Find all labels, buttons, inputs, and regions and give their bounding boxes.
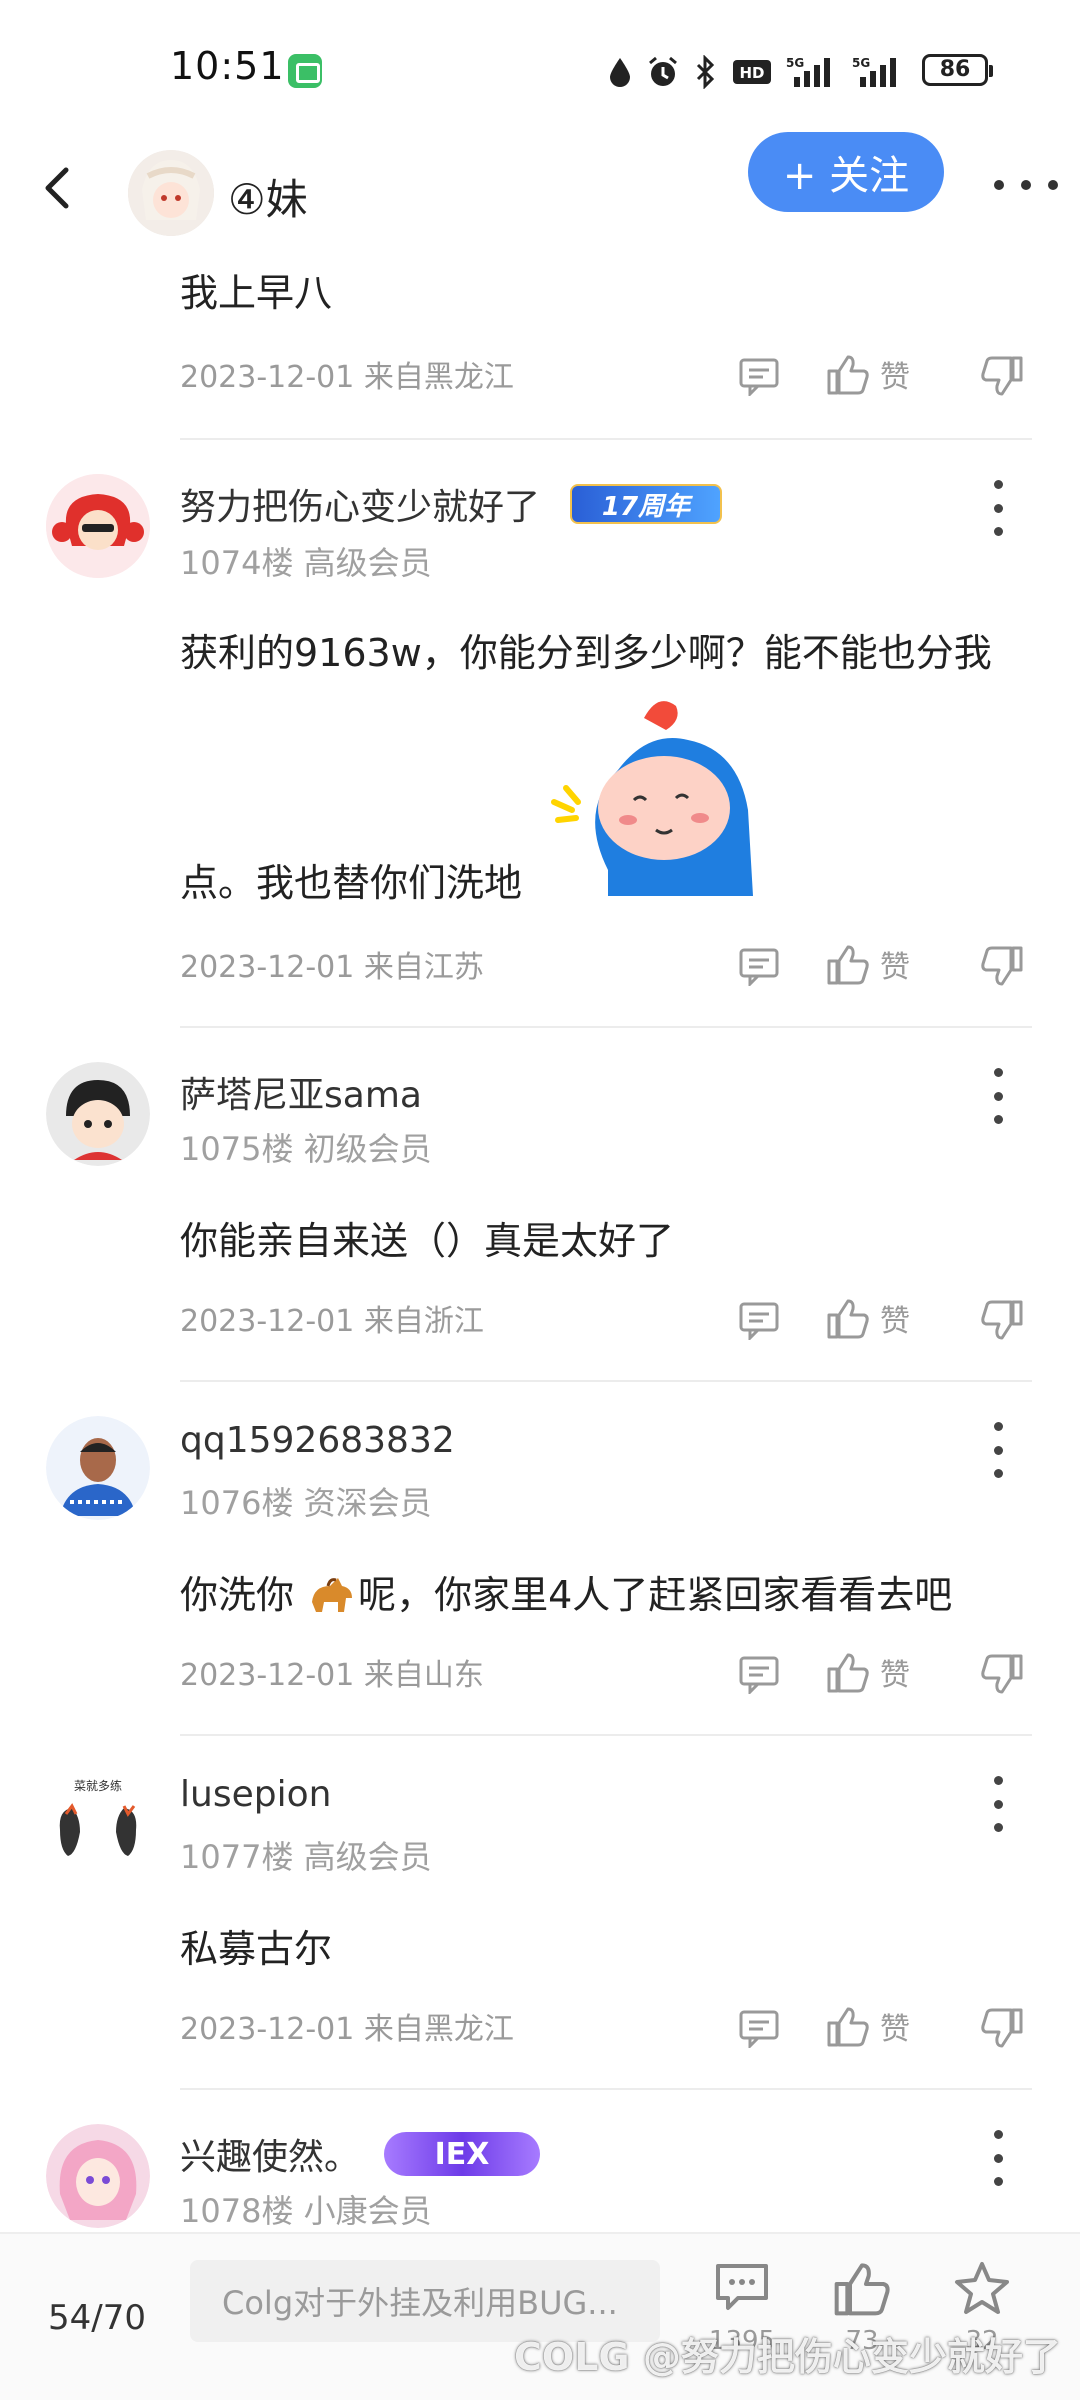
svg-text:5G: 5G (852, 56, 870, 70)
star-icon (955, 2262, 1009, 2314)
more-horizontal-icon[interactable] (994, 160, 1058, 210)
like-button[interactable]: 赞 (826, 1296, 910, 1340)
floor-level: 1078楼 小康会员 (180, 2192, 432, 2230)
floor-level: 1077楼 高级会员 (180, 1838, 432, 1876)
divider (180, 1026, 1032, 1028)
avatar[interactable] (46, 474, 150, 578)
thumbs-down-icon[interactable] (980, 356, 1024, 398)
comment-text-line2: 点。我也替你们洗地 (180, 861, 523, 905)
comment-text: 你能亲自来送（）真是太好了 (180, 1219, 675, 1263)
like-button[interactable]: 赞 (826, 352, 910, 396)
comment-icon[interactable] (738, 356, 780, 396)
watermark: COLG @努力把伤心变少就好了 (514, 2335, 1061, 2379)
thumbs-up-icon (834, 2263, 890, 2316)
anniversary-badge: 17周年 (570, 484, 722, 524)
post-meta: 2023-12-01 来自黑龙江 (180, 2012, 514, 2047)
signal-5g-icon: 5G (786, 56, 830, 87)
post-meta: 2023-12-01 来自浙江 (180, 1304, 484, 1339)
comment-text-line1: 获利的9163w，你能分到多少啊？能不能也分我 (180, 631, 992, 675)
alarm-icon (649, 56, 677, 86)
comment-icon[interactable] (738, 2008, 780, 2048)
like-label: 赞 (880, 360, 910, 395)
comment-text: 你洗你 呢，你家里4人了赶紧回家看看去吧 (180, 1564, 952, 1619)
post-text: 我上早八 (180, 271, 333, 315)
like-button[interactable]: 赞 (826, 942, 910, 986)
follow-button[interactable]: + 关注 (748, 132, 944, 212)
sticker-image (551, 701, 753, 896)
username[interactable]: lusepion (180, 1774, 331, 1815)
like-label: 赞 (880, 950, 910, 985)
page-indicator[interactable]: 54/70 (48, 2298, 146, 2338)
avatar[interactable] (46, 1062, 150, 1166)
thumbs-down-icon[interactable] (980, 946, 1024, 988)
horse-emoji (312, 1578, 353, 1612)
level-badge: IEX (384, 2132, 540, 2176)
avatar[interactable]: 菜就多练 (46, 1770, 150, 1874)
post-meta: 2023-12-01 来自山东 (180, 1658, 484, 1693)
post-meta: 2023-12-01 来自黑龙江 (180, 360, 514, 395)
comment-icon (716, 2264, 768, 2310)
svg-text:HD: HD (739, 64, 764, 82)
username[interactable]: qq1592683832 (180, 1420, 455, 1461)
status-icons: HD 5G 5G (608, 52, 904, 92)
back-arrow-icon[interactable] (30, 158, 90, 218)
avatar-caption: 菜就多练 (74, 1778, 122, 1793)
thumbs-up-icon (827, 945, 869, 985)
floor-level: 1076楼 资深会员 (180, 1484, 432, 1522)
thumbs-up-icon (827, 1299, 869, 1339)
status-time: 10:51 (170, 44, 285, 88)
comment-icon[interactable] (738, 946, 780, 986)
floor-level: 1075楼 初级会员 (180, 1130, 432, 1168)
thumbs-up-icon (827, 1653, 869, 1693)
author-avatar[interactable] (128, 150, 214, 236)
thread-header: ④妹 + 关注 (0, 130, 1080, 250)
kebab-icon[interactable] (988, 1422, 1008, 1478)
comment-text-after: 呢，你家里4人了赶紧回家看看去吧 (358, 1573, 953, 1617)
avatar[interactable] (46, 1416, 150, 1520)
divider (180, 1380, 1032, 1382)
author-name[interactable]: ④妹 (228, 166, 308, 227)
like-button[interactable]: 赞 (826, 1650, 910, 1694)
drop-icon (610, 58, 630, 87)
like-label: 赞 (880, 1658, 910, 1693)
kebab-icon[interactable] (988, 480, 1008, 536)
thumbs-down-icon[interactable] (980, 1654, 1024, 1696)
thumbs-up-icon (827, 2007, 869, 2047)
like-label: 赞 (880, 2012, 910, 2047)
thumbs-down-icon[interactable] (980, 1300, 1024, 1342)
like-button[interactable]: 赞 (826, 2004, 910, 2048)
post-meta: 2023-12-01 来自江苏 (180, 950, 484, 985)
like-label: 赞 (880, 1304, 910, 1339)
signal-5g-icon-2: 5G (852, 56, 896, 87)
divider (180, 1734, 1032, 1736)
kebab-icon[interactable] (988, 1068, 1008, 1124)
username[interactable]: 努力把伤心变少就好了 (180, 478, 540, 530)
battery-indicator: 86 (922, 54, 993, 86)
message-app-icon (288, 54, 322, 88)
comment-icon[interactable] (738, 1654, 780, 1694)
kebab-icon[interactable] (988, 2130, 1008, 2186)
status-bar: 10:51 HD 5G 5G 86 (0, 0, 1080, 140)
divider (180, 438, 1032, 440)
thumbs-up-icon (827, 355, 869, 395)
bluetooth-icon (696, 55, 715, 89)
floor-level: 1074楼 高级会员 (180, 544, 432, 582)
comment-text: 私募古尔 (180, 1927, 333, 1971)
thumbs-down-icon[interactable] (980, 2008, 1024, 2050)
avatar[interactable] (46, 2124, 150, 2228)
kebab-icon[interactable] (988, 1776, 1008, 1832)
comment-text-before: 你洗你 (180, 1573, 307, 1617)
username[interactable]: 兴趣使然。 (180, 2128, 360, 2180)
comment-icon[interactable] (738, 1300, 780, 1340)
username[interactable]: 萨塔尼亚sama (180, 1066, 422, 1118)
svg-text:5G: 5G (786, 56, 804, 70)
hd-icon: HD (733, 60, 771, 84)
divider (180, 2088, 1032, 2090)
